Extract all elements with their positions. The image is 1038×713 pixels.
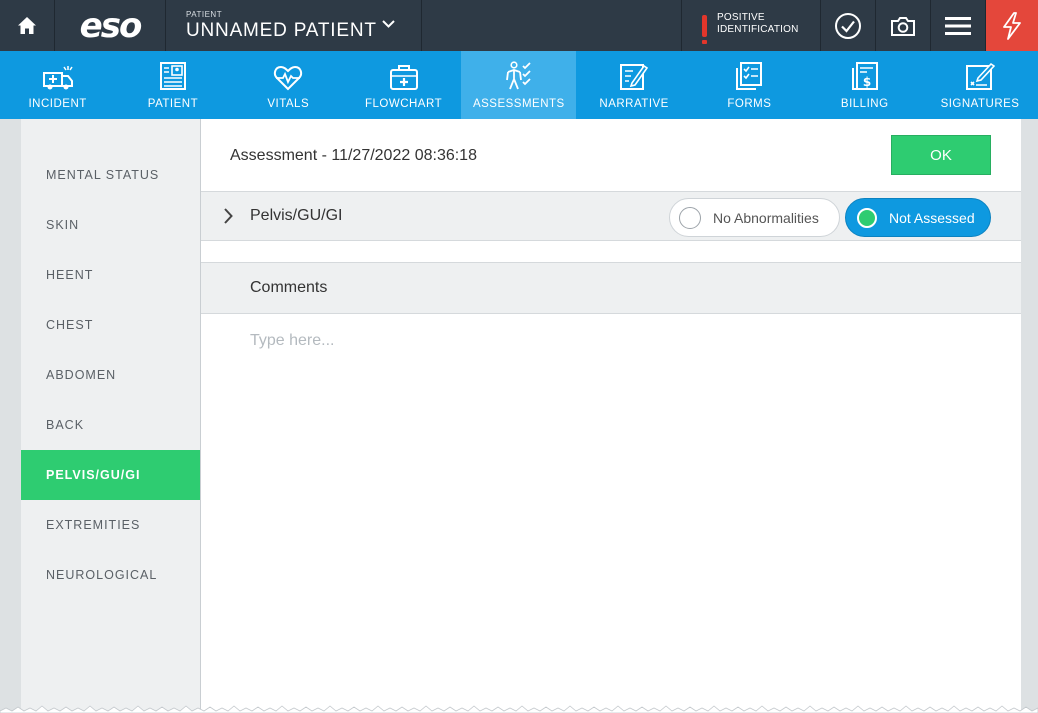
sidebar-item-abdomen[interactable]: ABDOMEN xyxy=(21,350,200,400)
menu-button[interactable] xyxy=(931,0,986,51)
nav-forms[interactable]: FORMS xyxy=(692,51,807,119)
assessment-sidebar: MENTAL STATUS SKIN HEENT CHEST ABDOMEN B… xyxy=(21,119,201,713)
nav-label: FORMS xyxy=(727,98,772,110)
not-assessed-label: Not Assessed xyxy=(889,209,975,226)
sidebar-item-skin[interactable]: SKIN xyxy=(21,200,200,250)
home-icon xyxy=(18,17,36,34)
sidebar-item-pelvis-gu-gi[interactable]: PELVIS/GU/GI xyxy=(21,450,200,500)
section-label: Pelvis/GU/GI xyxy=(250,207,343,224)
camera-icon xyxy=(891,16,915,36)
heartbeat-icon xyxy=(274,65,303,91)
comments-label: Comments xyxy=(250,279,328,296)
chevron-right-icon[interactable] xyxy=(223,208,233,224)
radio-unchecked-icon xyxy=(679,206,701,229)
assessment-title: Assessment - 11/27/2022 08:36:18 xyxy=(230,147,477,164)
nav-assessments[interactable]: ASSESSMENTS xyxy=(461,51,577,119)
nav-flowchart[interactable]: FLOWCHART xyxy=(346,51,461,119)
comments-input[interactable] xyxy=(241,328,981,588)
radio-checked-icon xyxy=(857,207,877,228)
alert-icon xyxy=(702,14,707,44)
pencil-doc-icon xyxy=(620,64,649,90)
nav-narrative[interactable]: NARRATIVE xyxy=(576,51,691,119)
positive-id-line1: POSITIVE xyxy=(717,12,765,23)
home-button[interactable] xyxy=(0,0,55,51)
sidebar-item-neurological[interactable]: NEUROLOGICAL xyxy=(21,550,200,600)
patient-card-icon xyxy=(159,62,186,90)
patient-selector[interactable]: PATIENT UNNAMED PATIENT xyxy=(166,0,422,51)
nav-label: SIGNATURES xyxy=(940,98,1020,110)
nav-label: BILLING xyxy=(840,98,889,110)
lightning-button[interactable] xyxy=(986,0,1038,51)
topbar-spacer xyxy=(422,0,682,51)
sidebar-item-back[interactable]: BACK xyxy=(21,400,200,450)
positive-id-line2: IDENTIFICATION xyxy=(717,24,799,35)
nav-vitals[interactable]: VITALS xyxy=(231,51,346,119)
no-abnormalities-option[interactable]: No Abnormalities xyxy=(669,198,840,237)
nav-label: ASSESSMENTS xyxy=(472,98,565,110)
sidebar-item-heent[interactable]: HEENT xyxy=(21,250,200,300)
ambulance-icon xyxy=(42,66,73,90)
validate-button[interactable] xyxy=(821,0,876,51)
assessment-panel: Assessment - 11/27/2022 08:36:18 OK Pelv… xyxy=(201,119,1021,713)
section-row-pelvis[interactable]: Pelvis/GU/GI No Abnormalities Not Assess… xyxy=(201,191,1021,241)
nav-label: NARRATIVE xyxy=(599,98,669,110)
eso-logo: eso xyxy=(55,0,166,51)
patient-label: PATIENT xyxy=(186,9,223,19)
no-abnormalities-label: No Abnormalities xyxy=(713,209,819,226)
patient-name: UNNAMED PATIENT xyxy=(186,19,377,41)
nav-label: VITALS xyxy=(267,98,310,110)
top-bar: eso PATIENT UNNAMED PATIENT POSITIVE IDE… xyxy=(0,0,1038,51)
assessment-header: Assessment - 11/27/2022 08:36:18 OK xyxy=(201,119,1021,191)
body-check-icon xyxy=(505,61,531,90)
nav-patient[interactable]: PATIENT xyxy=(115,51,230,119)
menu-icon xyxy=(945,16,971,35)
nav-signatures[interactable]: SIGNATURES xyxy=(922,51,1037,119)
sidebar-item-chest[interactable]: CHEST xyxy=(21,300,200,350)
lightning-icon xyxy=(1003,11,1021,40)
comments-header: Comments xyxy=(201,262,1021,314)
dollar-doc-icon: $ xyxy=(851,62,878,90)
chevron-down-icon xyxy=(382,20,395,28)
right-margin xyxy=(1021,119,1038,713)
nav-incident[interactable]: INCIDENT xyxy=(0,51,115,119)
checklist-icon xyxy=(736,62,763,90)
comments-area xyxy=(201,314,1021,614)
check-circle-icon xyxy=(835,12,861,39)
not-assessed-option[interactable]: Not Assessed xyxy=(845,198,991,237)
nav-label: INCIDENT xyxy=(28,98,87,110)
sidebar-item-extremities[interactable]: EXTREMITIES xyxy=(21,500,200,550)
main-nav: INCIDENT PATIENT VITALS FLOWCHART ASSESS… xyxy=(0,51,1038,119)
nav-billing[interactable]: $ BILLING xyxy=(807,51,922,119)
left-margin xyxy=(0,119,21,713)
svg-text:$: $ xyxy=(863,75,871,89)
positive-identification-button[interactable]: POSITIVE IDENTIFICATION xyxy=(682,0,821,51)
nav-label: FLOWCHART xyxy=(364,98,443,110)
torn-edge-decoration xyxy=(0,705,1038,713)
signature-icon xyxy=(966,62,996,90)
medkit-icon xyxy=(389,65,418,90)
camera-button[interactable] xyxy=(876,0,931,51)
ok-button[interactable]: OK xyxy=(891,135,991,175)
sidebar-item-mental-status[interactable]: MENTAL STATUS xyxy=(21,150,200,200)
nav-label: PATIENT xyxy=(147,98,199,110)
